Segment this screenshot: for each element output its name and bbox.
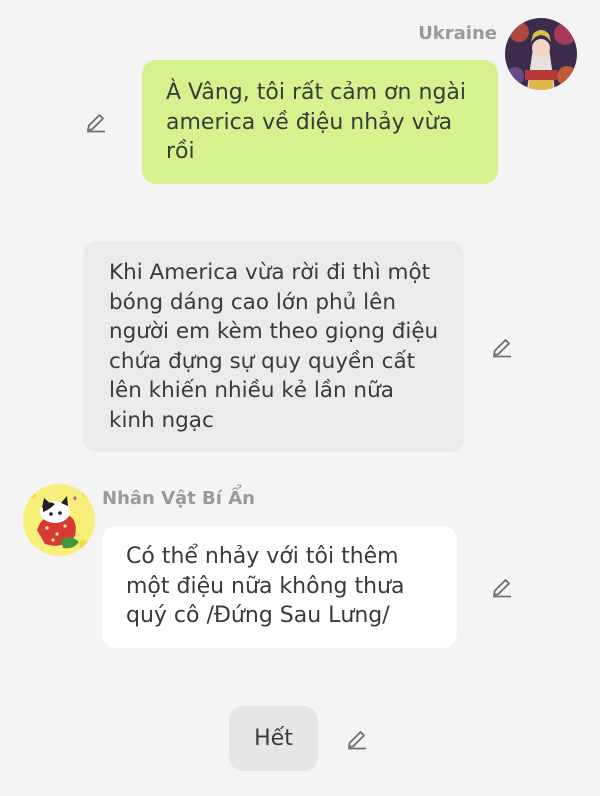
sender-name-mystery: Nhân Vật Bí Ẩn [102,488,255,509]
ukraine-avatar-icon[interactable] [505,18,577,90]
pencil-edit-icon[interactable] [490,575,514,599]
end-chip[interactable]: Hết [229,706,318,771]
message-text: À Vâng, tôi rất cảm ơn ngài america về đ… [166,80,466,164]
message-text: Có thể nhảy với tôi thêm một điệu nữa kh… [126,544,405,628]
pencil-edit-icon[interactable] [345,727,369,751]
sender-name-ukraine: Ukraine [418,23,497,44]
end-chip-label: Hết [254,726,293,751]
cat-strawberry-avatar-icon[interactable] [23,484,95,556]
narration-text: Khi America vừa rời đi thì một bóng dáng… [109,260,439,433]
pencil-edit-icon[interactable] [490,335,514,359]
narration-bubble: Khi America vừa rời đi thì một bóng dáng… [83,241,464,452]
message-bubble-self: À Vâng, tôi rất cảm ơn ngài america về đ… [142,60,498,184]
message-bubble-other: Có thể nhảy với tôi thêm một điệu nữa kh… [102,526,457,648]
pencil-edit-icon[interactable] [84,110,108,134]
